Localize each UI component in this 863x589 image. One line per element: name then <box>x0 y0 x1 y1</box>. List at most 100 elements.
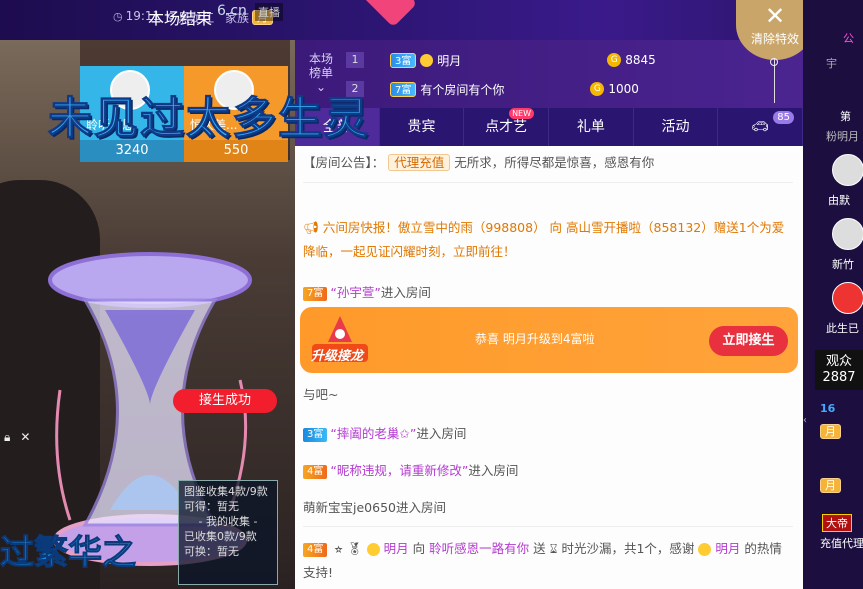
notice-prefix: 【房间公告】： <box>303 155 385 170</box>
rank-row-1[interactable]: 1 3富 明月 G 8845 <box>346 49 796 71</box>
hourglass-icon: ⌛︎ <box>549 541 558 556</box>
wealth-badge: 4富 <box>303 542 328 557</box>
side-item: 宇 <box>826 57 837 70</box>
rank-label-line: 榜单 <box>308 66 333 80</box>
coin-icon: G <box>607 53 622 67</box>
tab-gift-list[interactable]: 礼单 <box>549 108 634 146</box>
collection-section: - 我的收集 - <box>198 515 258 528</box>
bottom-overlay-text: 过繁华之 <box>0 533 137 574</box>
divider <box>303 526 793 527</box>
emperor-badge: 大帝 <box>822 514 852 532</box>
collection-box: 图鉴收集4款/9款 可得：暂无 - 我的收集 - 已收集0款/9款 可换：暂无 <box>178 480 278 585</box>
lock-icon[interactable]: 🔒︎ <box>4 430 10 445</box>
notice-text: 无所求，所得尽都是惊喜，感恩有你 <box>454 155 655 170</box>
wealth-badge: 3富 <box>303 427 328 442</box>
enter-text: 进入房间 <box>468 463 519 478</box>
upgrade-label: 升级接龙 <box>311 349 364 364</box>
month-badge-label: 月 <box>820 478 841 493</box>
live-label: 直播 <box>255 3 283 21</box>
collection-line: 图鉴收集4款/9款 <box>184 485 268 498</box>
side-item: 公 <box>843 32 854 45</box>
room-notice: 【房间公告】： 代理充值 无所求，所得尽都是惊喜，感恩有你 <box>303 152 793 174</box>
clock-icon: ◷ <box>113 9 123 23</box>
enter-message: 萌新宝宝je0650进入房间 <box>303 500 446 515</box>
divider <box>303 182 793 183</box>
tab-label: 点才艺 <box>485 119 528 135</box>
month-badge: 月 <box>820 424 841 439</box>
tab-talent[interactable]: 点才艺 NEW <box>464 108 550 146</box>
tab-vip[interactable]: 贵宾 <box>380 108 465 146</box>
rank-coins: 1000 <box>608 82 639 96</box>
wealth-badge: 7富 <box>390 81 417 97</box>
wealth-badge: 4富 <box>303 464 328 479</box>
balloon-knot <box>770 58 778 66</box>
enter-text: 进入房间 <box>380 285 431 300</box>
gift-send: 送 <box>533 541 546 556</box>
audience-count[interactable]: 观众 2887 <box>815 350 863 390</box>
user-name[interactable]: “摔阖的老巢✩” <box>330 426 416 441</box>
month-badge-label: 月 <box>820 424 841 439</box>
side-item: 新竹 <box>832 258 854 271</box>
enter-message: 7富 “孙宇萱”进入房间 <box>303 282 793 304</box>
broadcast-message[interactable]: 📢︎ 六间房快报！傲立雪中的雨（998808） 向 高山雪开播啦（858132）… <box>303 216 793 264</box>
top-bar: ◷ 19:11 ⚲ 黑龙江 家族 月 <box>0 0 863 40</box>
broadcast-text: 六间房快报！傲立雪中的雨（998808） 向 高山雪开播啦（858132）赠送1… <box>303 220 785 259</box>
month-badge: 月 <box>820 478 841 493</box>
collection-line: 可得：暂无 <box>184 500 239 513</box>
avatar[interactable] <box>832 218 863 250</box>
avatar[interactable] <box>832 282 863 314</box>
user-name[interactable]: “孙宇萱” <box>330 285 380 300</box>
emoji-icon <box>698 543 712 556</box>
collapse-arrow-icon[interactable]: ‹ <box>803 415 811 445</box>
fame-title: 本场结束 <box>148 9 213 28</box>
rank-row-2[interactable]: 2 7富 有个房间有个你 G 1000 <box>346 78 796 100</box>
user-name[interactable]: “昵称违规，请重新修改” <box>330 463 468 478</box>
gift-item: 时光沙漏，共1个，感谢 <box>561 541 695 556</box>
gift-to: 向 <box>412 541 426 556</box>
car-icon: 🚗︎ <box>751 119 770 135</box>
chat-text: 与吧~ <box>303 387 339 402</box>
medal-icon: 🏅︎ <box>346 541 363 556</box>
collection-line: 已收集0款/9款 <box>184 530 257 543</box>
user-name[interactable]: 明月 <box>715 541 740 556</box>
side-item: 粉明月 <box>826 130 859 143</box>
tab-activity[interactable]: 活动 <box>634 108 719 146</box>
user-name[interactable]: 明月 <box>384 541 409 556</box>
audience-number: 2887 <box>822 370 856 385</box>
join-now-button[interactable]: 立即接生 <box>709 326 788 356</box>
notice-tag[interactable]: 代理充值 <box>388 154 451 171</box>
overlay-banner: 未见过太多生灵 <box>48 93 370 145</box>
side-item: 第 <box>840 110 851 123</box>
tab-car[interactable]: 🚗︎ 85 <box>718 108 804 146</box>
overlay-controls: 🔒︎ ✕ <box>4 430 30 445</box>
audience-label: 观众 <box>825 354 852 369</box>
level-badge: 16 <box>820 402 836 415</box>
coin-icon: G <box>590 82 605 96</box>
wealth-badge: 7富 <box>303 286 328 301</box>
close-icon[interactable]: ✕ <box>20 430 30 445</box>
upgrade-message: 恭喜 明月升级到4富啦 <box>475 332 595 346</box>
enter-text: 进入房间 <box>416 426 467 441</box>
gift-message: 4富 ⭐︎ 🏅︎ 明月 向 聆听感恩一路有你 送 ⌛︎ 时光沙漏，共1个，感谢 … <box>303 537 793 585</box>
recharge-agent[interactable]: 充值代理 <box>820 535 863 551</box>
target-name[interactable]: 聆听感恩一路有你 <box>429 541 529 556</box>
collection-line: 可换：暂无 <box>184 545 239 558</box>
rank-user-name: 明月 <box>437 53 462 68</box>
emoji-icon <box>420 53 434 67</box>
rank-coins: 8845 <box>625 53 656 67</box>
side-item: 此生已 <box>826 322 859 335</box>
megaphone-icon: 📢︎ <box>303 220 319 235</box>
new-tag: NEW <box>509 108 535 119</box>
avatar[interactable] <box>832 154 863 186</box>
count-badge: 85 <box>773 111 795 124</box>
side-item: 由默 <box>828 194 850 207</box>
enter-message: 4富 “昵称违规，请重新修改”进入房间 <box>303 460 793 482</box>
rank-number: 1 <box>346 52 364 68</box>
rank-user-name: 有个房间有个你 <box>420 82 505 97</box>
site-label: 6.cn <box>217 3 247 19</box>
enter-message: 3富 “摔阖的老巢✩”进入房间 <box>303 423 793 445</box>
wealth-badge: 3富 <box>390 52 417 68</box>
emoji-icon <box>366 543 380 556</box>
rank-label-line: 本场 <box>308 52 333 66</box>
birth-success-button[interactable]: 接生成功 <box>173 389 277 413</box>
